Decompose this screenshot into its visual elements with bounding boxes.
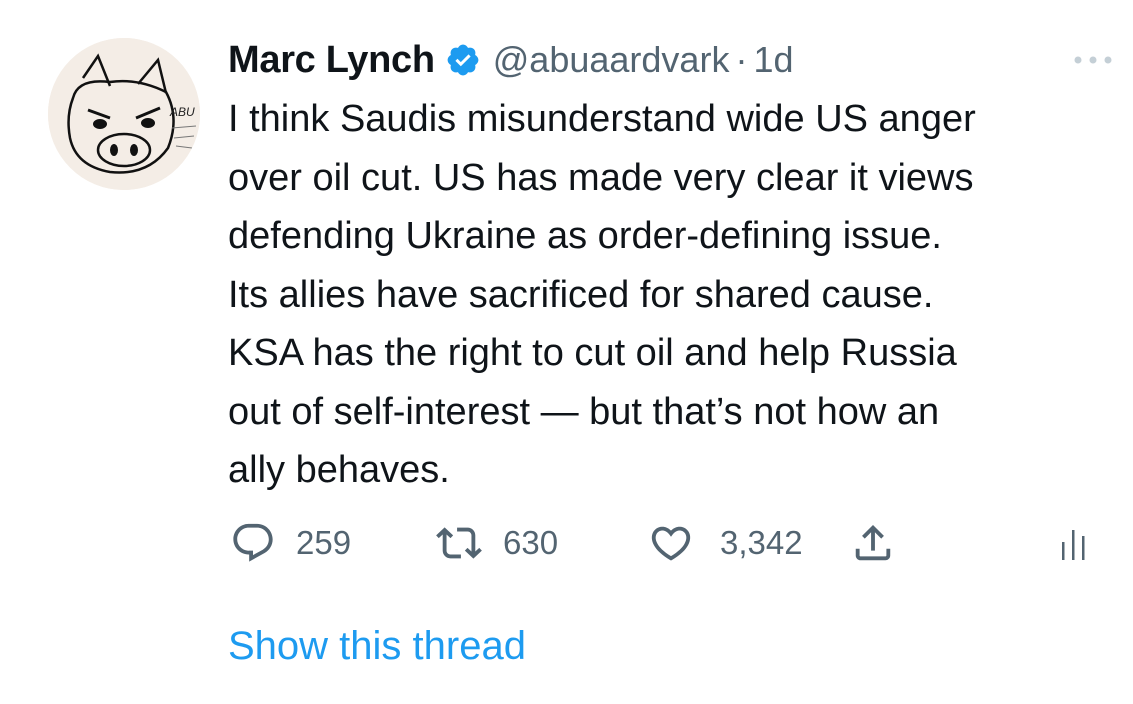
verified-badge-icon bbox=[445, 42, 481, 78]
author-name[interactable]: Marc Lynch bbox=[228, 39, 435, 82]
tweet-text-line: ally behaves. bbox=[228, 449, 450, 491]
tweet-text-line: I think Saudis misunderstand wide US ang… bbox=[228, 98, 976, 140]
reply-icon bbox=[230, 520, 276, 566]
share-icon bbox=[850, 520, 896, 566]
tweet-text-line: KSA has the right to cut oil and help Ru… bbox=[228, 332, 957, 374]
heart-icon bbox=[648, 520, 694, 566]
tweet-text-line: over oil cut. US has made very clear it … bbox=[228, 156, 974, 199]
tweet-text: I think Saudis misunderstand wide US ang… bbox=[228, 90, 1118, 500]
tweet-text-line: defending Ukraine as order-defining issu… bbox=[228, 215, 942, 257]
tweet-text-line: Its allies have sacrificed for shared ca… bbox=[228, 273, 934, 316]
action-bar: 259 630 3,342 bbox=[228, 513, 1108, 573]
tweet-header: Marc Lynch @abuaardvark · 1d bbox=[228, 30, 1108, 90]
tweet-text-line: out of self-interest — but that’s not ho… bbox=[228, 390, 940, 433]
share-button[interactable] bbox=[850, 513, 896, 573]
like-button[interactable]: 3,342 bbox=[648, 513, 803, 573]
reply-count: 259 bbox=[296, 524, 352, 561]
reply-button[interactable]: 259 bbox=[230, 513, 351, 573]
tweet-timestamp[interactable]: 1d bbox=[753, 39, 793, 81]
avatar-caption: ABU bbox=[169, 105, 195, 119]
author-handle[interactable]: @abuaardvark bbox=[493, 39, 730, 81]
analytics-icon bbox=[1056, 520, 1090, 566]
retweet-button[interactable]: 630 bbox=[433, 513, 558, 573]
tweet[interactable]: ABU Marc Lynch @abuaardvark · 1d I think… bbox=[0, 0, 1133, 704]
tweet-content: Marc Lynch @abuaardvark · 1d I think Sau… bbox=[228, 30, 1112, 500]
like-count: 3,342 bbox=[720, 524, 803, 561]
retweet-count: 630 bbox=[503, 524, 559, 561]
analytics-button[interactable] bbox=[1056, 513, 1090, 573]
avatar-pig-drawing-icon: ABU bbox=[48, 38, 200, 190]
separator-dot: · bbox=[735, 39, 748, 80]
avatar[interactable]: ABU bbox=[48, 38, 200, 190]
show-thread-link[interactable]: Show this thread bbox=[228, 624, 526, 669]
more-dots-icon[interactable] bbox=[1068, 48, 1118, 72]
retweet-icon bbox=[433, 520, 485, 566]
